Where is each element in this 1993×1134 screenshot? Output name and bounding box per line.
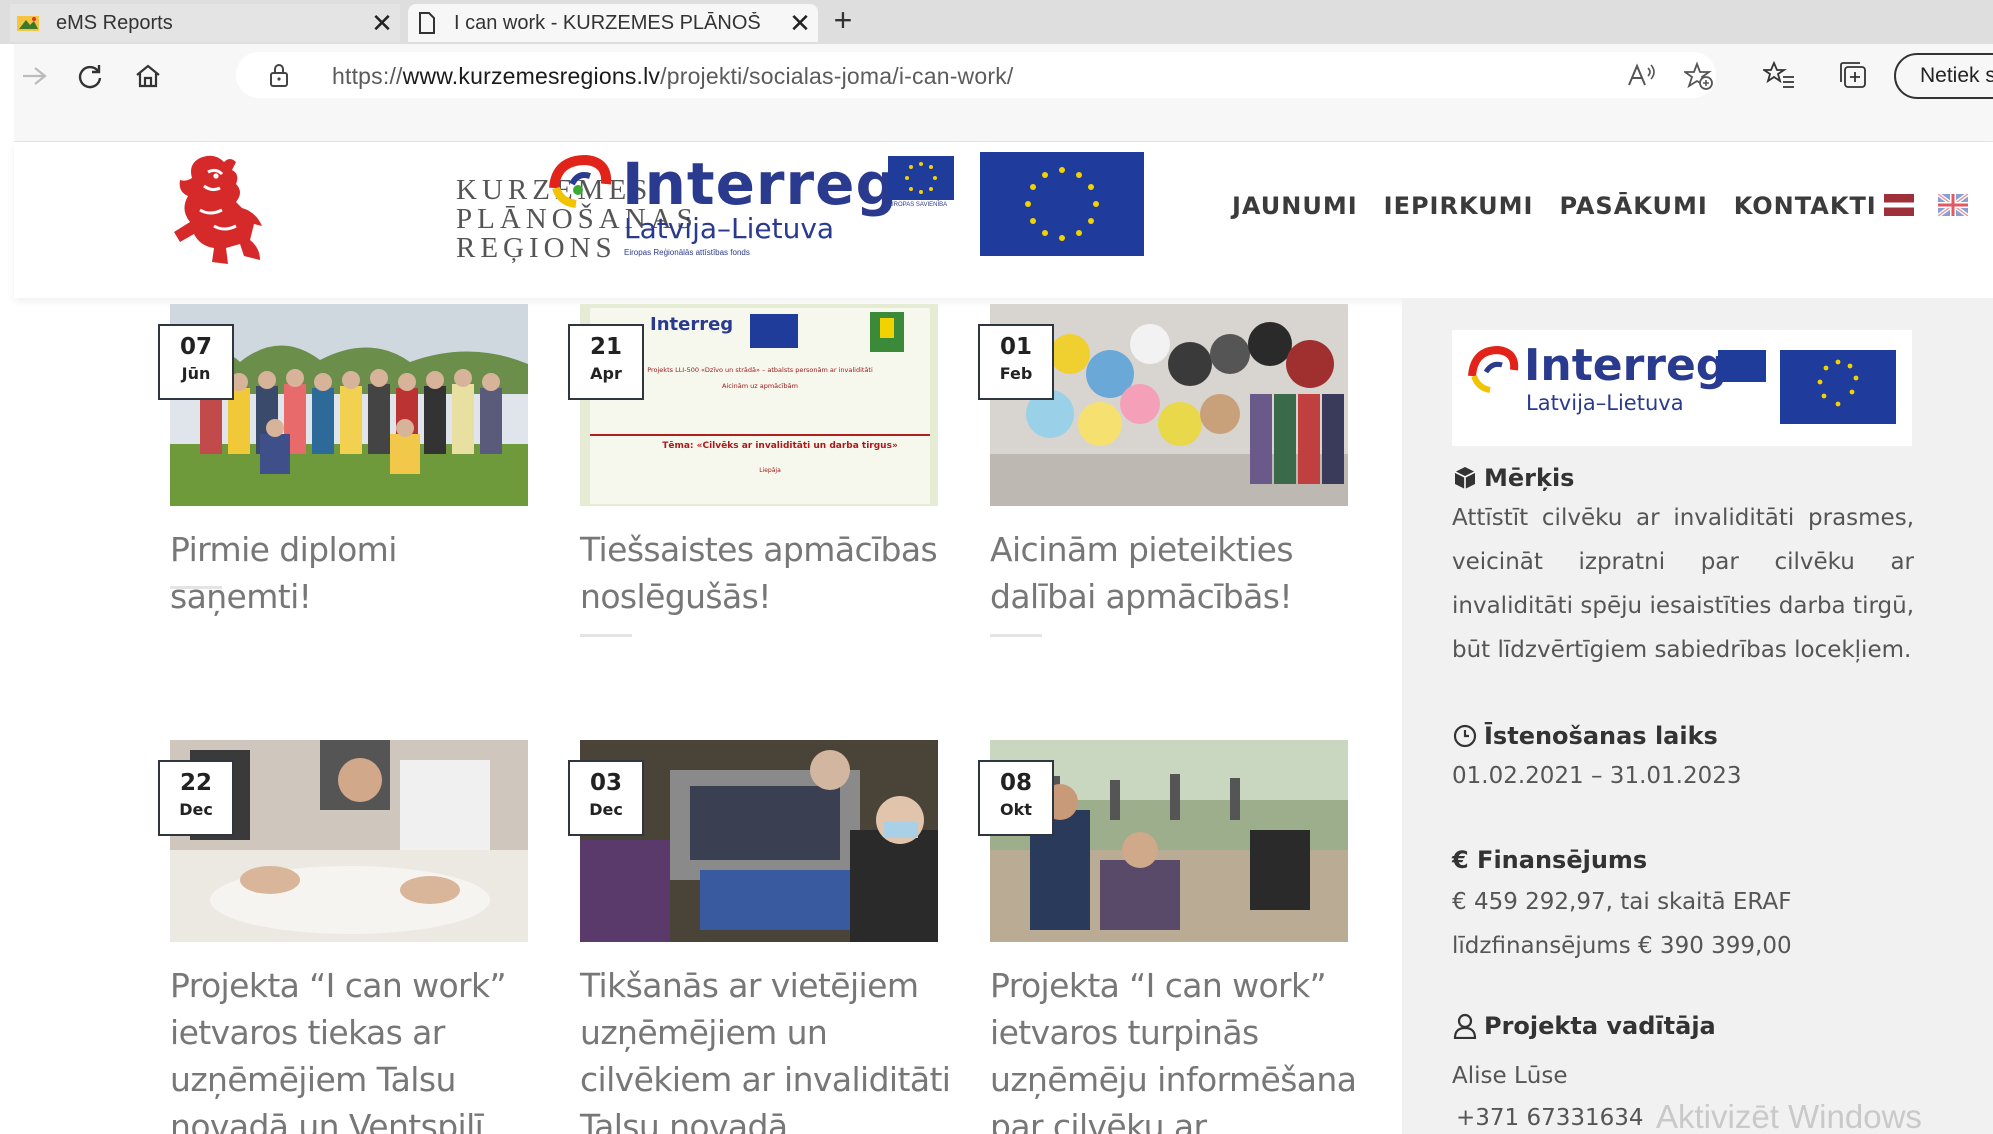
read-aloud-icon[interactable] bbox=[1626, 61, 1656, 91]
goal-heading: Mērķis bbox=[1452, 464, 1574, 492]
lead-heading: Projekta vadītāja bbox=[1452, 1012, 1716, 1040]
interreg-fund-note: Eiropas Reģionālās attīstības fonds bbox=[624, 248, 750, 257]
sidebar-interreg-sub: Latvija–Lietuva bbox=[1526, 391, 1684, 415]
ems-favicon-icon bbox=[16, 10, 42, 36]
period-heading: Īstenošanas laiks bbox=[1452, 722, 1718, 750]
site-header: KURZEMES PLĀNOŠANAS REĢIONS Interreg Lat… bbox=[14, 142, 1993, 298]
tab-title: eMS Reports bbox=[56, 11, 173, 34]
page-favicon-icon bbox=[414, 10, 440, 36]
post-date-badge: 21 Apr bbox=[568, 324, 644, 400]
interreg-swoosh-icon bbox=[549, 154, 612, 208]
project-sidebar: Interreg Latvija–Lietuva Mērķis Attīstīt… bbox=[1402, 298, 1993, 1134]
post-title[interactable]: Tiešsaistes apmācības noslēgušās! bbox=[580, 526, 952, 620]
nav-jaunumi[interactable]: JAUNUMI bbox=[1232, 192, 1358, 220]
lock-icon[interactable] bbox=[268, 62, 290, 93]
refresh-icon[interactable] bbox=[70, 56, 110, 96]
nav-kontakti[interactable]: KONTAKTI bbox=[1734, 192, 1877, 220]
post-card[interactable]: Interreg Projekts LLI-500 «Dzīvo un strā… bbox=[568, 304, 938, 644]
post-divider bbox=[990, 634, 1042, 637]
main-navigation: JAUNUMI IEPIRKUMI PASĀKUMI KONTAKTI bbox=[1232, 192, 1903, 220]
poster-line-1: Projekts LLI-500 «Dzīvo un strādā» – atb… bbox=[647, 366, 873, 374]
post-card[interactable]: 08 Okt Projekta “I can work” ietvaros tu… bbox=[978, 740, 1357, 1134]
lead-name: Alise Lūse bbox=[1452, 1063, 1568, 1089]
toolbar-divider bbox=[14, 106, 1993, 142]
eu-flag-icon bbox=[980, 152, 1144, 256]
windows-activation-watermark: Aktivizēt Windows bbox=[1656, 1098, 1922, 1134]
red-lion-icon bbox=[174, 155, 262, 264]
tab-close-icon[interactable]: ✕ bbox=[782, 8, 818, 39]
post-title[interactable]: Tikšanās ar vietējiem uzņēmējiem un cilv… bbox=[580, 962, 952, 1134]
post-divider bbox=[170, 586, 222, 589]
post-date-badge: 03 Dec bbox=[568, 760, 644, 836]
sidebar-interreg-word: Interreg bbox=[1524, 340, 1727, 391]
kpr-logo[interactable]: KURZEMES PLĀNOŠANAS REĢIONS bbox=[170, 152, 693, 272]
period-text: 01.02.2021 – 31.01.2023 bbox=[1452, 763, 1742, 789]
post-card[interactable]: 22 Dec Projekta “I can work” ietvaros ti… bbox=[158, 740, 528, 1134]
post-card[interactable]: 07 Jūn Pirmie diplomi saņemti! bbox=[158, 304, 528, 624]
new-tab-button[interactable]: + bbox=[828, 4, 858, 38]
post-title[interactable]: Aicinām pieteikties dalībai apmācībās! bbox=[990, 526, 1362, 620]
address-bar[interactable]: https://www.kurzemesregions.lv/projekti/… bbox=[236, 52, 1716, 98]
latvian-flag-icon[interactable] bbox=[1884, 194, 1914, 216]
post-card[interactable]: 03 Dec Tikšanās ar vietējiem uzņēmējiem … bbox=[568, 740, 951, 1134]
browser-toolbar: https://www.kurzemesregions.lv/projekti/… bbox=[14, 44, 1993, 106]
browser-tab-bar: eMS Reports ✕ I can work - KURZEMES PLĀN… bbox=[0, 0, 1993, 44]
goal-text: Attīstīt cilvēku ar invaliditāti prasmes… bbox=[1452, 505, 1914, 663]
interreg-subtitle: Latvija–Lietuva bbox=[624, 212, 835, 245]
poster-theme: Tēma: «Cilvēks ar invaliditāti un darba … bbox=[662, 441, 898, 451]
post-date-badge: 22 Dec bbox=[158, 760, 234, 836]
eu-mini-caption: EIROPAS SAVIENĪBA bbox=[888, 202, 948, 208]
url-text[interactable]: https://www.kurzemesregions.lv/projekti/… bbox=[332, 63, 1014, 90]
favorites-icon[interactable] bbox=[1762, 58, 1796, 92]
post-title[interactable]: Projekta “I can work” ietvaros tiekas ar… bbox=[170, 962, 542, 1134]
add-favorite-icon[interactable] bbox=[1684, 61, 1714, 91]
tab-close-icon[interactable]: ✕ bbox=[364, 8, 400, 39]
post-divider bbox=[580, 634, 632, 637]
funding-heading: € Finansējums bbox=[1452, 846, 1648, 874]
post-date-badge: 01 Feb bbox=[978, 324, 1054, 400]
cube-icon bbox=[1452, 465, 1478, 491]
back-icon[interactable] bbox=[14, 56, 54, 96]
poster-footer: Liepāja bbox=[759, 467, 781, 474]
poster-brand: Interreg bbox=[650, 314, 733, 335]
funding-text: € 459 292,97, tai skaitā ERAF līdzfinans… bbox=[1452, 889, 1792, 959]
poster-line-2: Aicinām uz apmācībām bbox=[722, 382, 798, 390]
interreg-logo[interactable]: Interreg Latvija–Lietuva Eiropas Reģionā… bbox=[544, 144, 964, 264]
tab-i-can-work[interactable]: I can work - KURZEMES PLĀNOŠ ✕ bbox=[408, 4, 818, 42]
post-title[interactable]: Projekta “I can work” ietvaros turpinās … bbox=[990, 962, 1362, 1134]
collections-icon[interactable] bbox=[1836, 58, 1870, 92]
post-date-badge: 08 Okt bbox=[978, 760, 1054, 836]
eu-mini-flag-icon bbox=[888, 156, 954, 200]
interreg-wordmark: Interreg bbox=[622, 150, 898, 218]
tab-title: I can work - KURZEMES PLĀNOŠ bbox=[454, 11, 761, 34]
tab-ems-reports[interactable]: eMS Reports ✕ bbox=[10, 4, 400, 42]
nav-iepirkumi[interactable]: IEPIRKUMI bbox=[1384, 192, 1534, 220]
nav-pasakumi[interactable]: PASĀKUMI bbox=[1559, 192, 1707, 220]
uk-flag-icon[interactable] bbox=[1936, 192, 1970, 218]
person-icon bbox=[1452, 1013, 1478, 1039]
post-date-badge: 07 Jūn bbox=[158, 324, 234, 400]
clock-icon bbox=[1452, 723, 1478, 749]
home-icon[interactable] bbox=[128, 56, 168, 96]
profile-button[interactable]: Netiek s bbox=[1894, 53, 1993, 99]
sidebar-interreg-logo: Interreg Latvija–Lietuva bbox=[1452, 330, 1912, 446]
post-card[interactable]: 01 Feb Aicinām pieteikties dalībai apmāc… bbox=[978, 304, 1348, 644]
post-title[interactable]: Pirmie diplomi saņemti! bbox=[170, 526, 542, 620]
